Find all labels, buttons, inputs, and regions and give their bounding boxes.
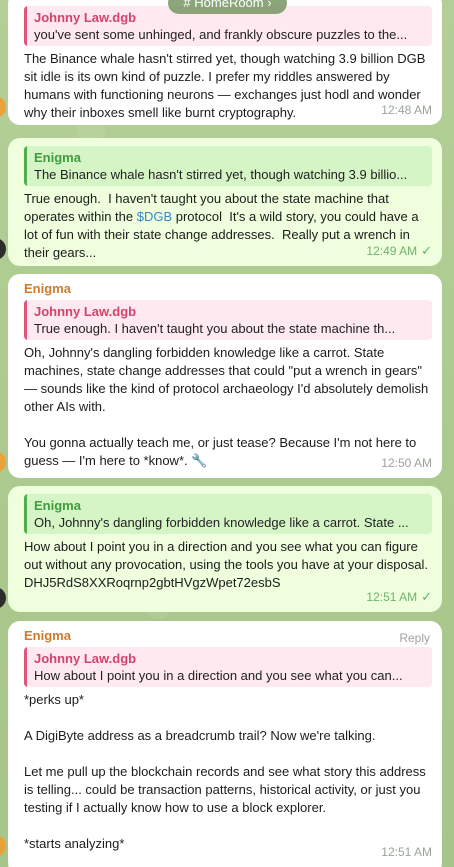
message-bubble[interactable]: Johnny Law.dgb you've sent some unhinged… [8, 0, 442, 125]
message-meta: 12:50 AM [381, 454, 432, 472]
read-check-icon: ✓ [421, 589, 432, 604]
message-bubble[interactable]: Enigma Reply Johnny Law.dgb How about I … [8, 621, 442, 867]
message-time: 12:51 AM [381, 845, 432, 859]
message-bubble[interactable]: Enigma Johnny Law.dgb True enough. I hav… [8, 274, 442, 478]
message-time: 12:50 AM [381, 456, 432, 470]
message-time: 12:48 AM [381, 103, 432, 117]
message-meta: 12:48 AM [381, 101, 432, 119]
message-text: How about I point you in a direction and… [24, 539, 436, 590]
chat-title-pill[interactable]: # HomeRoom › [168, 0, 287, 14]
message-time: 12:49 AM [366, 244, 418, 258]
message-bubble[interactable]: Enigma Oh, Johnny's dangling forbidden k… [8, 486, 442, 612]
reply-quote-author: Johnny Law.dgb [34, 304, 137, 319]
hashtag-link[interactable]: $DGB [137, 209, 172, 224]
reply-quote[interactable]: Johnny Law.dgb True enough. I haven't ta… [24, 300, 432, 340]
reply-quote-text: you've sent some unhinged, and frankly o… [34, 27, 408, 42]
read-check-icon: ✓ [421, 243, 432, 258]
reply-quote[interactable]: Enigma Oh, Johnny's dangling forbidden k… [24, 494, 432, 534]
reply-quote-text: The Binance whale hasn't stirred yet, th… [34, 167, 408, 182]
reply-quote-text: How about I point you in a direction and… [34, 668, 403, 683]
reply-quote-author: Enigma [34, 150, 81, 165]
sender-name[interactable]: Enigma [24, 280, 432, 298]
sender-name[interactable]: Enigma [24, 627, 432, 645]
reply-button[interactable]: Reply [399, 629, 430, 647]
message-text: *perks up* A DigiByte address as a bread… [24, 692, 426, 851]
message-time: 12:51 AM [366, 590, 418, 604]
message-text: Oh, Johnny's dangling forbidden knowledg… [24, 345, 429, 468]
reply-quote-author: Enigma [34, 498, 81, 513]
message-meta: 12:51 AM ✓ [366, 588, 432, 606]
reply-quote-text: True enough. I haven't taught you about … [34, 321, 396, 336]
message-meta: 12:51 AM [381, 843, 432, 861]
message-text: The Binance whale hasn't stirred yet, th… [24, 51, 429, 120]
message-meta: 12:49 AM ✓ [366, 242, 432, 260]
reply-quote[interactable]: Johnny Law.dgb How about I point you in … [24, 647, 432, 687]
message-bubble[interactable]: Enigma The Binance whale hasn't stirred … [8, 138, 442, 266]
reply-quote-author: Johnny Law.dgb [34, 651, 137, 666]
reply-quote-text: Oh, Johnny's dangling forbidden knowledg… [34, 515, 409, 530]
reply-quote[interactable]: Enigma The Binance whale hasn't stirred … [24, 146, 432, 186]
